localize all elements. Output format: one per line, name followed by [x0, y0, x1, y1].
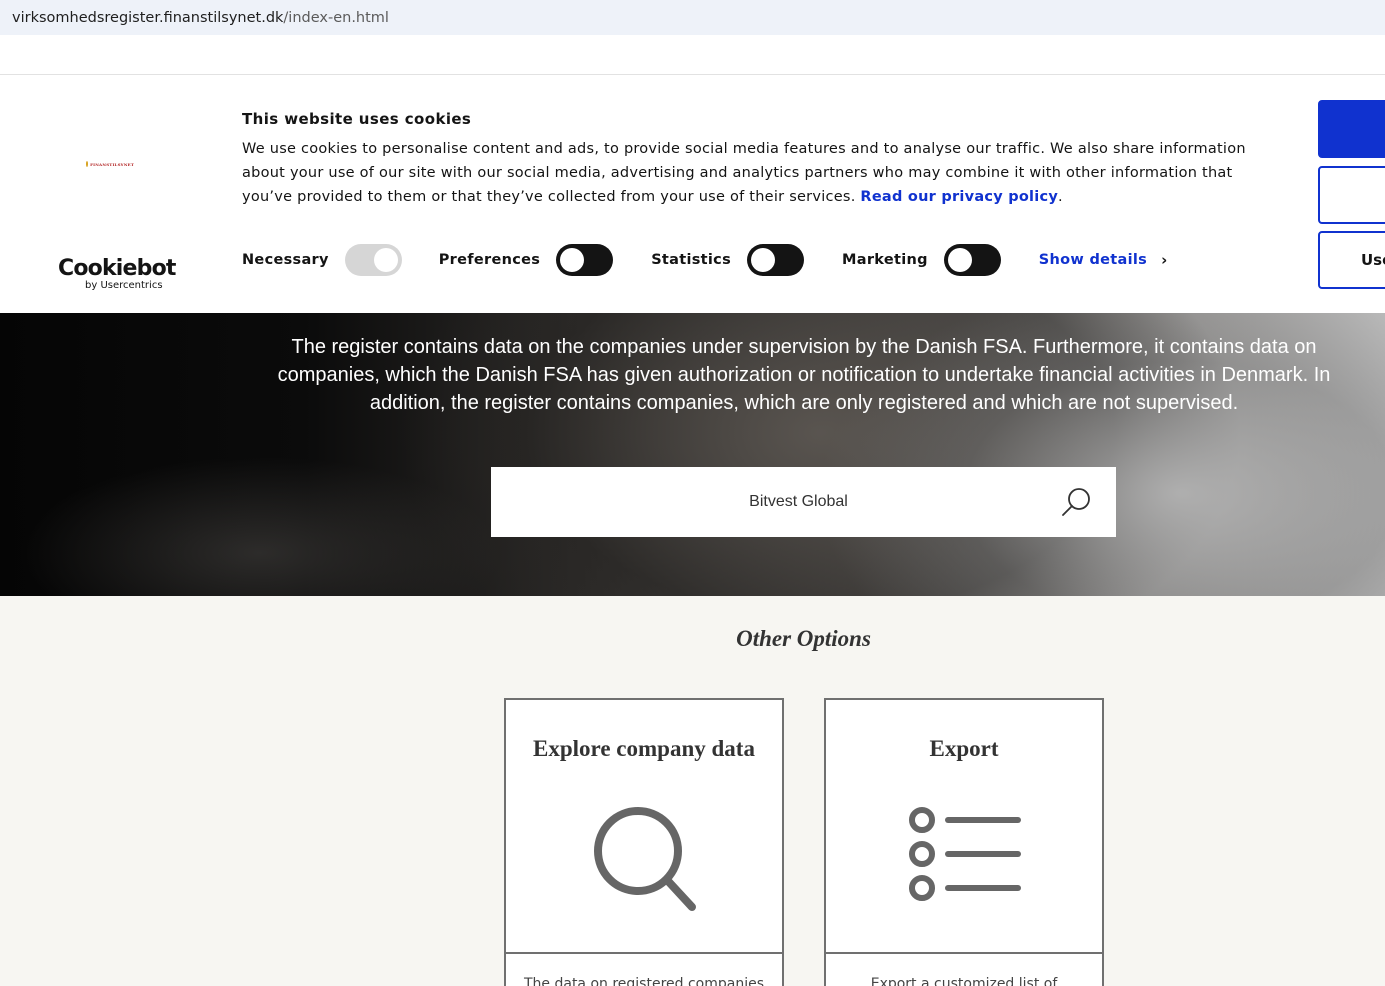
other-options-heading: Other Options	[736, 626, 871, 651]
cookie-banner: FINANSTILSYNET Cookiebot by Usercentrics…	[0, 76, 1385, 313]
toggle-marketing: Marketing	[842, 244, 1001, 276]
search-box	[491, 467, 1116, 537]
toggle-preferences: Preferences	[439, 244, 614, 276]
search-icon[interactable]	[1059, 485, 1093, 519]
show-details-button[interactable]: Show details ›	[1039, 251, 1168, 269]
chevron-right-icon: ›	[1161, 251, 1168, 269]
preferences-switch[interactable]	[556, 244, 614, 276]
cookie-title: This website uses cookies	[242, 110, 472, 128]
consent-toggles: Necessary Preferences Statistics Marketi…	[242, 244, 1168, 276]
site-header	[0, 35, 1385, 75]
privacy-policy-link[interactable]: Read our privacy policy	[860, 189, 1058, 205]
url-host: virksomhedsregister.finanstilsynet.dk	[12, 9, 284, 26]
address-bar[interactable]: virksomhedsregister.finanstilsynet.dk/in…	[0, 0, 1385, 35]
crown-icon	[86, 161, 89, 167]
marketing-switch[interactable]	[943, 244, 1001, 276]
other-options-section: Other Options Explore company data The d…	[0, 596, 1385, 986]
use-necessary-button[interactable]: Use	[1318, 231, 1385, 289]
magnifier-icon	[594, 807, 696, 911]
list-icon	[909, 807, 1021, 901]
explore-company-data-card[interactable]: Explore company data The data on registe…	[504, 698, 784, 986]
company-search-input[interactable]	[491, 467, 1051, 537]
toggle-necessary: Necessary	[242, 244, 402, 276]
necessary-switch	[344, 244, 402, 276]
url-path: /index-en.html	[283, 9, 389, 26]
allow-selection-button[interactable]	[1318, 166, 1385, 224]
hero-section: The register contains data on the compan…	[0, 313, 1385, 596]
toggle-statistics: Statistics	[651, 244, 805, 276]
site-logo: FINANSTILSYNET	[86, 160, 134, 168]
cookie-text: We use cookies to personalise content an…	[242, 141, 1246, 205]
statistics-switch[interactable]	[747, 244, 805, 276]
allow-all-button[interactable]	[1318, 100, 1385, 158]
cookiebot-logo: Cookiebot by Usercentrics	[58, 256, 176, 292]
export-card[interactable]: Export Export a customized list of	[824, 698, 1104, 986]
register-description: The register contains data on the compan…	[277, 336, 1331, 414]
